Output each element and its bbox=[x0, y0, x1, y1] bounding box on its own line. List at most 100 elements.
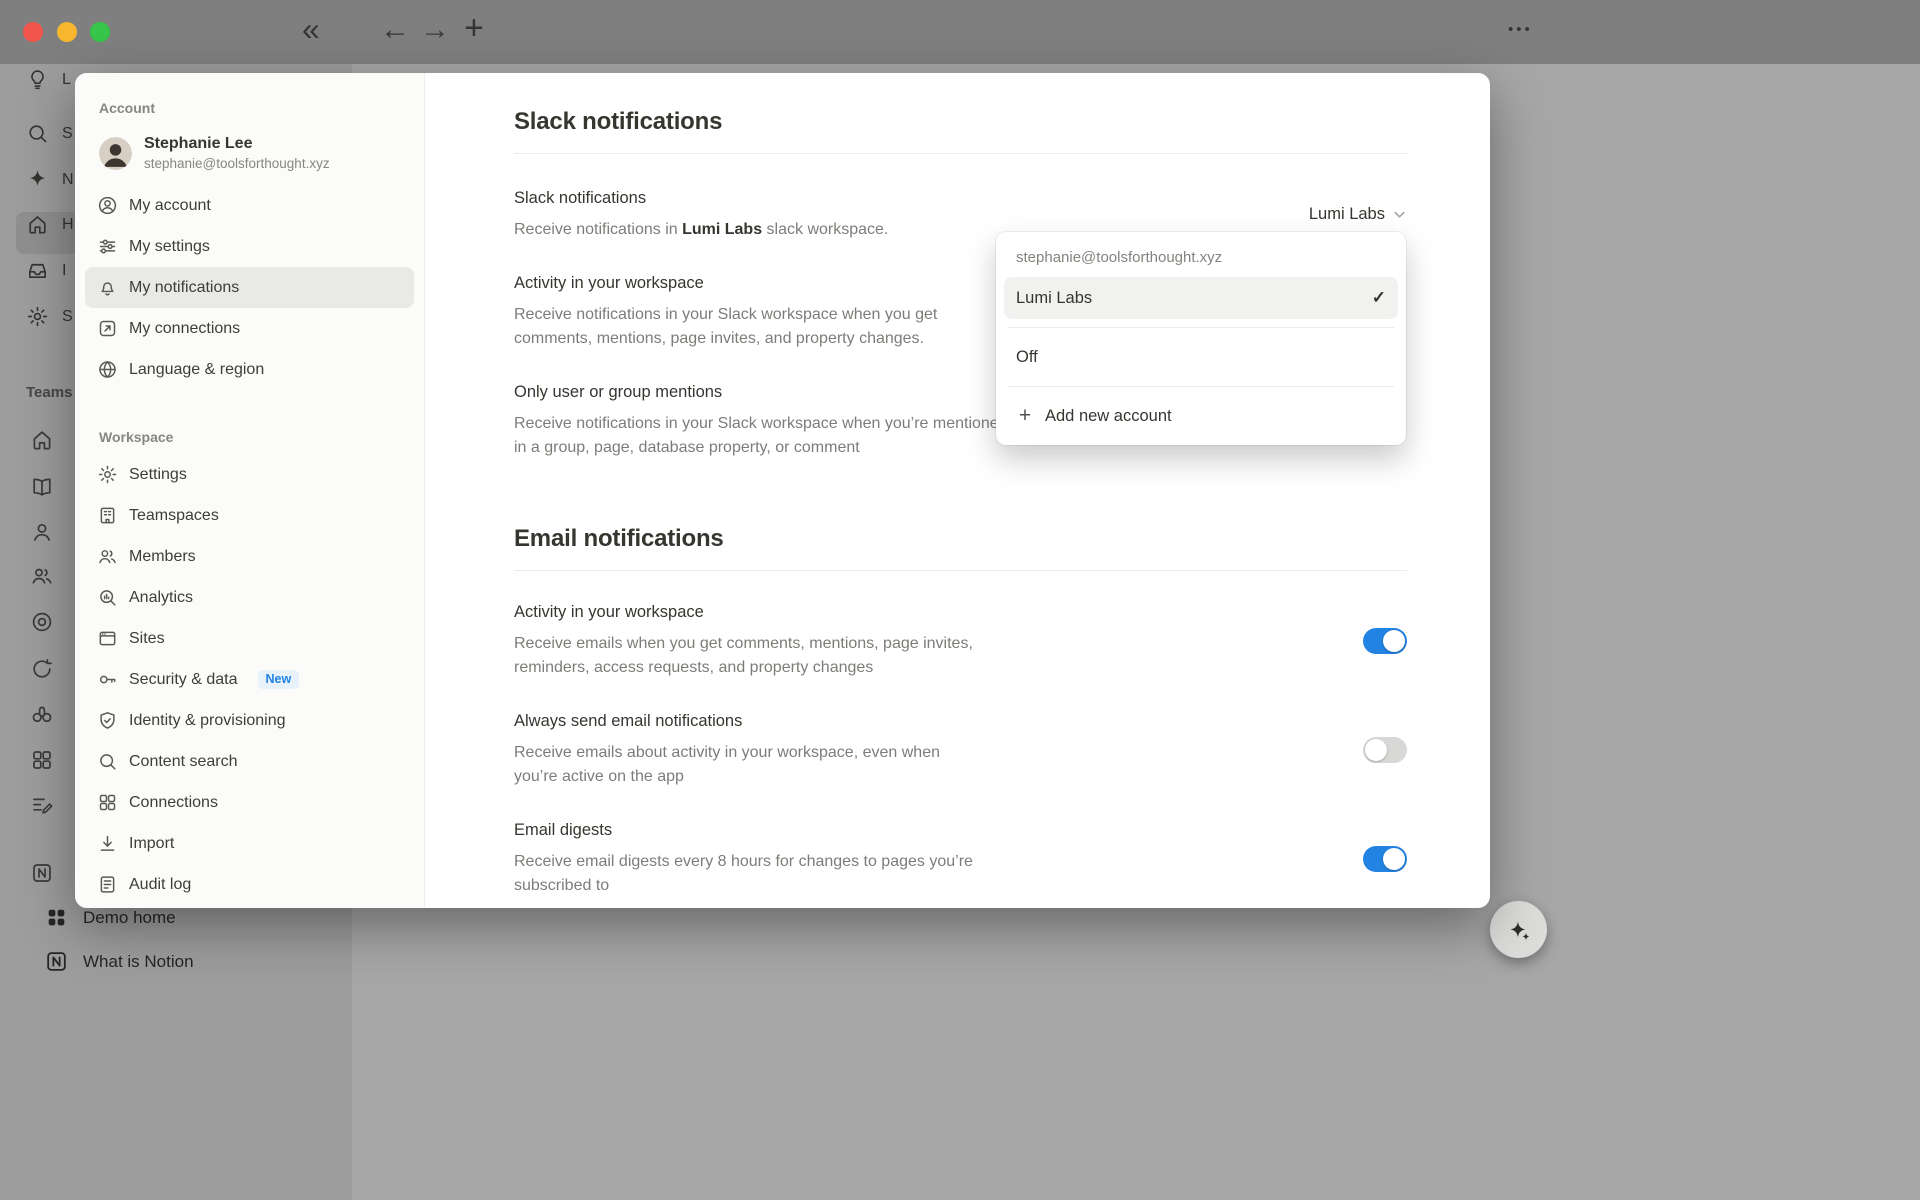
email-always-send-toggle[interactable] bbox=[1363, 737, 1407, 763]
sidebar-item-my-notifications[interactable]: My notifications bbox=[85, 267, 414, 308]
sidebar-item-search[interactable]: S bbox=[26, 122, 73, 145]
sidebar-item-label: Audit log bbox=[129, 876, 191, 894]
sidebar-item-language-region[interactable]: Language & region bbox=[85, 349, 414, 390]
sidebar-item-label: Sites bbox=[129, 630, 165, 648]
sidebar-item-label: Import bbox=[129, 835, 174, 853]
shield-check-icon bbox=[97, 710, 118, 731]
email-digests-toggle[interactable] bbox=[1363, 846, 1407, 872]
sidebar-item-label: My account bbox=[129, 197, 211, 215]
back-icon[interactable]: ← bbox=[380, 15, 410, 45]
close-button[interactable] bbox=[23, 22, 43, 42]
page-label: What is Notion bbox=[83, 952, 194, 972]
sidebar-item-label: Connections bbox=[129, 794, 218, 812]
bell-icon bbox=[97, 277, 118, 298]
option-label: Lumi Labs bbox=[1016, 289, 1092, 308]
sidebar-item-settings[interactable]: S bbox=[26, 305, 73, 328]
people-icon[interactable] bbox=[30, 564, 54, 588]
sidebar-item-audit-log[interactable]: Audit log bbox=[85, 864, 414, 905]
page-label: Demo home bbox=[83, 908, 176, 928]
sidebar-item-label: Teamspaces bbox=[129, 507, 219, 525]
slack-section-heading: Slack notifications bbox=[514, 107, 1407, 137]
bg-nav-letter: S bbox=[62, 125, 73, 143]
email-activity-toggle[interactable] bbox=[1363, 628, 1407, 654]
avatar bbox=[99, 137, 132, 170]
blocks-icon[interactable] bbox=[30, 748, 54, 772]
setting-title: Always send email notifications bbox=[514, 710, 979, 732]
plus-icon: + bbox=[1016, 404, 1034, 428]
sidebar-item-label: Members bbox=[129, 548, 196, 566]
sidebar-item-label: My settings bbox=[129, 238, 210, 256]
gear-icon bbox=[97, 464, 118, 485]
refresh-icon[interactable] bbox=[30, 657, 54, 681]
sidebar-item-members[interactable]: Members bbox=[85, 536, 414, 577]
arrow-up-right-square-icon bbox=[97, 318, 118, 339]
dropdown-add-new-account[interactable]: + Add new account bbox=[1004, 395, 1398, 437]
dropdown-option-off[interactable]: Off bbox=[1004, 336, 1398, 378]
sidebar-item-sites[interactable]: Sites bbox=[85, 618, 414, 659]
email-always-send-row: Always send email notifications Receive … bbox=[514, 710, 1407, 789]
sidebar-item-what-is-notion[interactable]: What is Notion bbox=[44, 949, 194, 974]
account-section-label: Account bbox=[99, 99, 414, 117]
setting-description: Receive notifications in your Slack work… bbox=[514, 412, 1019, 460]
sidebar-collapse-icon[interactable]: « bbox=[302, 13, 320, 45]
sidebar-item-content-search[interactable]: Content search bbox=[85, 741, 414, 782]
bg-nav-letter: N bbox=[62, 171, 74, 189]
sidebar-item-identity-provisioning[interactable]: Identity & provisioning bbox=[85, 700, 414, 741]
binoculars-icon[interactable] bbox=[30, 702, 54, 726]
sidebar-item-teamspaces[interactable]: Teamspaces bbox=[85, 495, 414, 536]
minimize-button[interactable] bbox=[57, 22, 77, 42]
sidebar-item-import[interactable]: Import bbox=[85, 823, 414, 864]
more-menu-icon[interactable]: ••• bbox=[1508, 22, 1533, 37]
dropdown-option-lumi-labs[interactable]: Lumi Labs ✓ bbox=[1004, 277, 1398, 319]
sidebar-item-security-data[interactable]: Security & data New bbox=[85, 659, 414, 700]
sidebar-item-my-account[interactable]: My account bbox=[85, 185, 414, 226]
dropdown-account-email: stephanie@toolsforthought.xyz bbox=[1004, 240, 1398, 277]
sidebar-item-settings[interactable]: Settings bbox=[85, 454, 414, 495]
setting-description: Receive notifications in Lumi Labs slack… bbox=[514, 218, 888, 242]
bg-nav-letter: L bbox=[62, 71, 71, 89]
apps-grid-icon bbox=[44, 905, 69, 930]
settings-sidebar: Account Stephanie Lee stephanie@toolsfor… bbox=[75, 73, 425, 908]
new-tab-icon[interactable]: + bbox=[464, 11, 484, 45]
setting-title: Only user or group mentions bbox=[514, 381, 1019, 403]
key-icon bbox=[97, 669, 118, 690]
chevron-down-icon bbox=[1392, 207, 1407, 222]
sidebar-item-analytics[interactable]: Analytics bbox=[85, 577, 414, 618]
bg-nav-letter: S bbox=[62, 308, 73, 326]
forward-icon[interactable]: → bbox=[420, 15, 450, 45]
sidebar-item-home[interactable]: H bbox=[26, 213, 74, 236]
divider bbox=[1008, 327, 1394, 328]
grid-icon bbox=[97, 792, 118, 813]
profile-row[interactable]: Stephanie Lee stephanie@toolsforthought.… bbox=[89, 133, 410, 173]
inbox-icon bbox=[26, 259, 49, 282]
sidebar-item-demo-home[interactable]: Demo home bbox=[44, 905, 176, 930]
sidebar-item-workspace[interactable]: L bbox=[26, 68, 71, 91]
compose-icon[interactable] bbox=[30, 793, 54, 817]
zoom-button[interactable] bbox=[90, 22, 110, 42]
building-icon bbox=[97, 505, 118, 526]
sidebar-item-inbox[interactable]: I bbox=[26, 259, 66, 282]
document-icon bbox=[97, 874, 118, 895]
sidebar-item-connections[interactable]: Connections bbox=[85, 782, 414, 823]
setting-description: Receive notifications in your Slack work… bbox=[514, 303, 1019, 351]
person-icon[interactable] bbox=[30, 520, 54, 544]
teamspace-home-icon[interactable] bbox=[30, 428, 54, 452]
notion-page-icon[interactable] bbox=[30, 861, 54, 885]
profile-name: Stephanie Lee bbox=[144, 133, 330, 154]
people-icon bbox=[97, 546, 118, 567]
window-titlebar: « ← → + ••• bbox=[0, 0, 1920, 64]
sidebar-item-my-settings[interactable]: My settings bbox=[85, 226, 414, 267]
profile-email: stephanie@toolsforthought.xyz bbox=[144, 154, 330, 173]
sidebar-item-my-connections[interactable]: My connections bbox=[85, 308, 414, 349]
notion-ai-button[interactable] bbox=[1490, 901, 1547, 958]
setting-title: Activity in your workspace bbox=[514, 601, 1019, 623]
target-icon[interactable] bbox=[30, 610, 54, 634]
sidebar-item-label: Settings bbox=[129, 466, 187, 484]
slack-workspace-select[interactable]: Lumi Labs bbox=[1309, 205, 1407, 224]
book-icon[interactable] bbox=[30, 475, 54, 499]
option-label: Add new account bbox=[1045, 407, 1172, 426]
setting-description: Receive emails when you get comments, me… bbox=[514, 632, 1019, 680]
email-digests-row: Email digests Receive email digests ever… bbox=[514, 819, 1407, 898]
sidebar-item-label: Analytics bbox=[129, 589, 193, 607]
sidebar-item-notion-ai[interactable]: N bbox=[26, 168, 74, 191]
